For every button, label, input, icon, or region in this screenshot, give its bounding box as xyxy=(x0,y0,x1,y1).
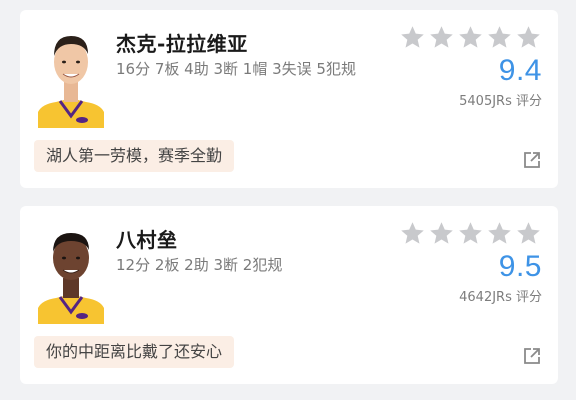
player-name: 八村垒 xyxy=(116,228,178,252)
player-headshot-icon xyxy=(38,36,104,128)
star-icon[interactable] xyxy=(486,24,513,51)
star-icon[interactable] xyxy=(399,24,426,51)
rating-count: 4642JRs 评分 xyxy=(459,290,542,305)
player-rating-card[interactable]: 八村垒 12分 2板 2助 3断 2犯规 9.5 4642JRs 评分 你的中距… xyxy=(20,206,558,384)
player-rating-card[interactable]: 杰克-拉拉维亚 16分 7板 4助 3断 1帽 3失误 5犯规 9.4 5405… xyxy=(20,10,558,188)
star-icon[interactable] xyxy=(486,220,513,247)
star-icon[interactable] xyxy=(457,24,484,51)
star-icon[interactable] xyxy=(515,24,542,51)
star-icon[interactable] xyxy=(515,220,542,247)
player-stats: 12分 2板 2助 3断 2犯规 xyxy=(116,256,283,274)
player-name: 杰克-拉拉维亚 xyxy=(116,32,248,56)
player-avatar[interactable] xyxy=(34,220,108,324)
share-icon[interactable] xyxy=(522,346,542,366)
player-stats: 16分 7板 4助 3断 1帽 3失误 5犯规 xyxy=(116,60,356,78)
rating-count: 5405JRs 评分 xyxy=(459,94,542,109)
top-comment[interactable]: 湖人第一劳模，赛季全勤 xyxy=(34,140,235,172)
player-headshot-icon xyxy=(38,233,104,324)
star-icon[interactable] xyxy=(428,24,455,51)
average-score: 9.4 xyxy=(498,54,542,87)
star-icon[interactable] xyxy=(457,220,484,247)
star-icon[interactable] xyxy=(428,220,455,247)
star-icon[interactable] xyxy=(399,220,426,247)
star-rating[interactable] xyxy=(399,220,542,247)
player-avatar[interactable] xyxy=(34,24,108,128)
top-comment[interactable]: 你的中距离比戴了还安心 xyxy=(34,336,235,368)
share-icon[interactable] xyxy=(522,150,542,170)
star-rating[interactable] xyxy=(399,24,542,51)
average-score: 9.5 xyxy=(498,250,542,283)
